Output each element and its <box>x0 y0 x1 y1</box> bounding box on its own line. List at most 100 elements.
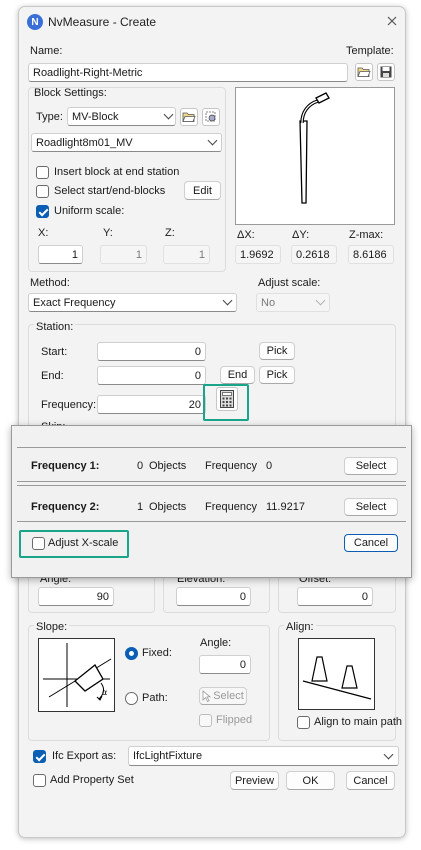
popup-divider <box>17 485 406 486</box>
type-label: Type: <box>36 111 63 123</box>
frequency-input[interactable]: 20 <box>97 395 206 414</box>
align-diagram-icon <box>302 656 372 700</box>
template-open-button[interactable] <box>355 63 373 81</box>
edit-button[interactable]: Edit <box>184 181 221 200</box>
frequency1-select-button[interactable]: Select <box>344 457 398 475</box>
block-pick-button[interactable] <box>202 108 220 126</box>
end-input[interactable]: 0 <box>97 366 206 385</box>
path-radio[interactable] <box>125 692 138 705</box>
calculator-highlight <box>203 384 249 421</box>
align-main-path-label: Align to main path <box>314 716 403 728</box>
y-scale-input: 1 <box>100 245 147 264</box>
method-label: Method: <box>30 277 70 289</box>
station-group <box>28 324 396 439</box>
roadlight-preview-icon <box>299 92 330 204</box>
zmax-value: 8.6186 <box>348 245 394 264</box>
window-title: NvMeasure - Create <box>48 15 157 29</box>
dy-label: ΔY: <box>292 229 310 241</box>
frequency-label: Frequency: <box>41 399 97 411</box>
app-logo-icon: N <box>27 14 43 30</box>
slope-diagram: α <box>38 638 115 712</box>
popup-divider <box>17 481 406 482</box>
path-label: Path: <box>142 692 168 704</box>
station-label: Station: <box>34 321 76 333</box>
align-main-path-checkbox[interactable] <box>297 716 310 729</box>
offset-input[interactable]: 0 <box>297 587 373 606</box>
elevation-input[interactable]: 0 <box>176 587 251 606</box>
template-save-button[interactable] <box>377 63 395 81</box>
end-pick-button[interactable]: Pick <box>259 366 295 384</box>
close-icon[interactable] <box>385 14 399 28</box>
fixed-radio[interactable] <box>125 647 138 660</box>
z-scale-input: 1 <box>163 245 210 264</box>
end-label: End: <box>41 370 64 382</box>
dx-value: 1.9692 <box>235 245 281 264</box>
flipped-checkbox <box>199 714 212 727</box>
frequency2-objects-label: Objects <box>149 501 187 513</box>
add-property-set-label: Add Property Set <box>50 774 134 786</box>
select-start-end-label: Select start/end-blocks <box>54 185 166 197</box>
block-preview <box>235 87 395 225</box>
svg-text:α: α <box>102 688 107 697</box>
method-select[interactable]: Exact Frequency <box>28 293 237 312</box>
block-open-button[interactable] <box>180 108 198 126</box>
name-input[interactable]: Roadlight-Right-Metric <box>28 63 348 82</box>
slope-diagram-icon: α <box>43 643 112 707</box>
adjust-scale-value: No <box>261 296 276 309</box>
slope-angle-input[interactable]: 0 <box>199 655 251 674</box>
ifc-export-value: IfcLightFixture <box>133 750 203 762</box>
ifc-export-checkbox[interactable] <box>33 750 46 763</box>
block-name-select[interactable]: Roadlight8m01_MV <box>31 133 222 152</box>
block-name-value: Roadlight8m01_MV <box>36 136 133 149</box>
method-value: Exact Frequency <box>33 296 116 309</box>
flipped-label: Flipped <box>216 714 253 726</box>
frequency2-count: 1 <box>137 501 144 513</box>
add-property-set-checkbox[interactable] <box>33 774 46 787</box>
frequency1-objects-label: Objects <box>149 460 187 472</box>
slope-angle-label: Angle: <box>200 637 232 649</box>
frequency1-count: 0 <box>137 460 144 472</box>
zmax-label: Z-max: <box>349 229 384 241</box>
align-label: Align: <box>284 621 316 633</box>
ok-button[interactable]: OK <box>286 771 335 790</box>
x-scale-input[interactable]: 1 <box>38 245 83 264</box>
frequency1-value: 0 <box>266 460 273 472</box>
frequency1-label: Frequency 1: <box>31 460 100 472</box>
end-button[interactable]: End <box>220 366 255 384</box>
dx-label: ΔX: <box>237 229 255 241</box>
start-input[interactable]: 0 <box>97 342 206 361</box>
ifc-export-select[interactable]: IfcLightFixture <box>128 746 399 766</box>
path-select-button: Select <box>199 687 247 705</box>
start-pick-button[interactable]: Pick <box>259 342 295 360</box>
type-select[interactable]: MV-Block <box>67 107 176 126</box>
angle-input[interactable]: 90 <box>38 587 114 606</box>
type-select-value: MV-Block <box>72 110 119 123</box>
z-label: Z: <box>165 227 175 239</box>
block-settings-label: Block Settings: <box>34 87 107 99</box>
adjust-scale-label: Adjust scale: <box>258 277 321 289</box>
path-select-label: Select <box>213 690 244 702</box>
popup-top-divider <box>17 447 406 448</box>
block-pick-icon <box>205 111 216 122</box>
uniform-scale-checkbox[interactable] <box>36 205 49 218</box>
frequency2-select-button[interactable]: Select <box>344 498 398 516</box>
frequency2-label: Frequency 2: <box>31 501 100 513</box>
dy-value: 0.2618 <box>291 245 337 264</box>
fixed-label: Fixed: <box>142 647 172 659</box>
frequency1-word: Frequency <box>205 460 257 472</box>
insert-block-checkbox[interactable] <box>36 166 49 179</box>
popup-cancel-button[interactable]: Cancel <box>344 534 398 552</box>
frequency-popup: Frequency 1: 0 Objects Frequency 0 Selec… <box>11 425 412 578</box>
x-label: X: <box>38 227 49 239</box>
pick-cursor-icon <box>202 690 212 702</box>
insert-block-label: Insert block at end station <box>54 166 180 178</box>
select-start-end-checkbox[interactable] <box>36 185 49 198</box>
uniform-scale-label: Uniform scale: <box>54 205 125 217</box>
nvmeasure-create-dialog: N NvMeasure - Create Name: Template: Roa… <box>18 6 406 838</box>
dialog-cancel-button[interactable]: Cancel <box>346 771 395 790</box>
y-label: Y: <box>103 227 113 239</box>
name-label: Name: <box>30 45 63 57</box>
frequency2-value: 11.9217 <box>266 501 305 513</box>
preview-button[interactable]: Preview <box>230 771 279 790</box>
start-label: Start: <box>41 346 68 358</box>
